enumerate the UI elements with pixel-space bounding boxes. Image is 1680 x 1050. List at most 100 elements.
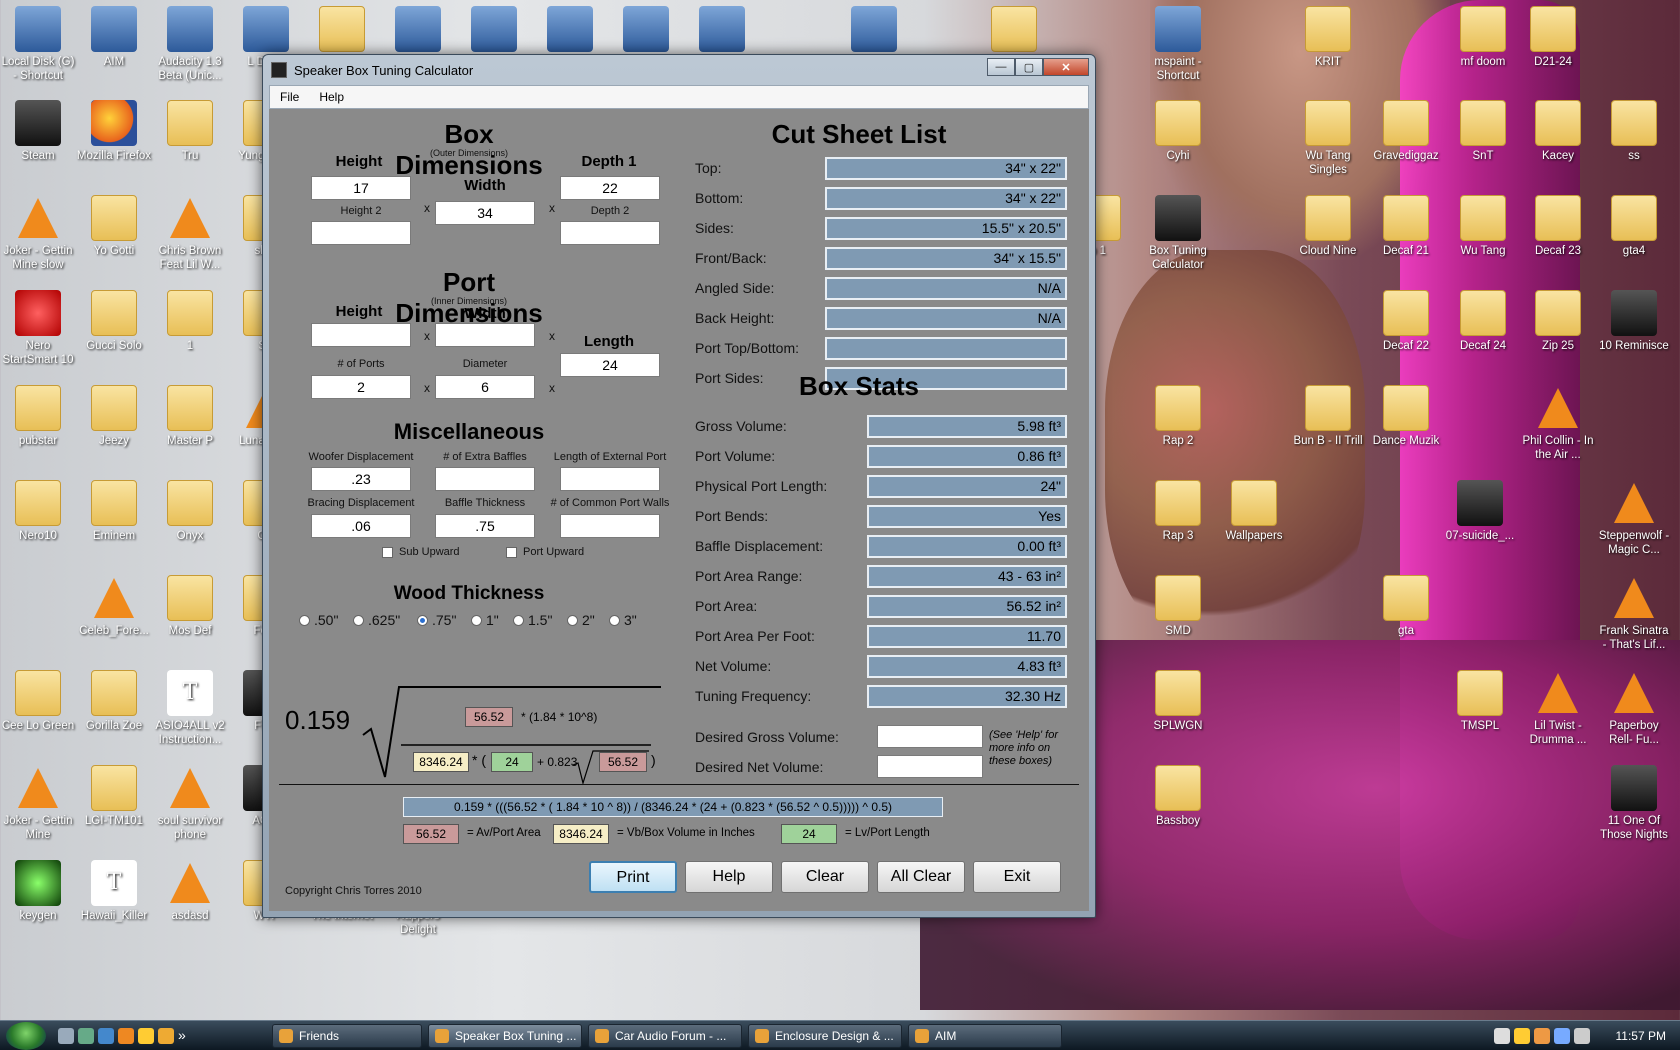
wood-thickness-radio[interactable]: 3" <box>609 612 637 628</box>
taskbar-button[interactable]: AIM <box>908 1024 1062 1048</box>
desktop-icon[interactable]: Gucci Solo <box>76 290 152 353</box>
taskbar-button[interactable]: Speaker Box Tuning ... <box>428 1024 582 1048</box>
radio-dot[interactable] <box>471 614 482 626</box>
wood-thickness-radio[interactable]: .50" <box>299 612 338 628</box>
desktop-icon[interactable]: Mos Def <box>152 575 228 638</box>
radio-dot[interactable] <box>299 614 310 626</box>
title-bar[interactable]: Speaker Box Tuning Calculator <box>263 55 1095 85</box>
desktop-icon[interactable]: Rap 2 <box>1140 385 1216 448</box>
desktop-icon[interactable]: Frank Sinatra - That's Lif... <box>1596 575 1672 652</box>
bracing-displacement-input[interactable]: .06 <box>311 514 411 538</box>
wood-thickness-radio[interactable]: .625" <box>353 612 400 628</box>
help-button[interactable]: Help <box>685 861 773 893</box>
desktop-icon[interactable]: Jeezy <box>76 385 152 448</box>
desktop-icon[interactable]: T Hawaii_Killer <box>76 860 152 923</box>
port-upward-checkbox[interactable]: Port Upward <box>506 546 584 558</box>
desktop-icon[interactable]: Onyx <box>152 480 228 543</box>
wood-thickness-radio[interactable]: 1" <box>471 612 499 628</box>
desktop-icon[interactable]: Zip 25 <box>1520 290 1596 353</box>
port-width-input[interactable] <box>435 323 535 347</box>
desktop-icon[interactable] <box>608 6 684 55</box>
tray-arrow-icon[interactable] <box>1494 1028 1510 1044</box>
desktop-icon[interactable]: Phil Collin - In the Air ... <box>1520 385 1596 462</box>
wood-thickness-radio[interactable]: .75" <box>417 612 456 628</box>
desktop-icon[interactable]: Dance Muzik <box>1368 385 1444 448</box>
desktop-icon[interactable]: Local Disk (G) - Shortcut <box>0 6 76 83</box>
box-height2-input[interactable] <box>311 221 411 245</box>
desktop-icon[interactable]: Decaf 24 <box>1445 290 1521 353</box>
desktop-icon[interactable]: 11 One Of Those Nights <box>1596 765 1672 842</box>
desktop-icon[interactable]: TMSPL <box>1442 670 1518 733</box>
desktop-icon[interactable]: Decaf 21 <box>1368 195 1444 258</box>
woofer-displacement-input[interactable]: .23 <box>311 467 411 491</box>
exit-button[interactable]: Exit <box>973 861 1061 893</box>
desktop-icon[interactable]: Celeb_Fore... <box>76 575 152 638</box>
desktop-icon[interactable]: Tru <box>152 100 228 163</box>
start-button[interactable] <box>6 1022 46 1050</box>
window-switch-icon[interactable] <box>78 1028 94 1044</box>
wood-thickness-radio[interactable]: 2" <box>567 612 595 628</box>
desktop-icon[interactable]: mf doom <box>1445 6 1521 69</box>
external-port-input[interactable] <box>560 467 660 491</box>
desktop-icon[interactable]: Gravediggaz <box>1368 100 1444 163</box>
desktop-icon[interactable]: AIM <box>76 6 152 69</box>
desktop-icon[interactable]: LGI-TM101 <box>76 765 152 828</box>
desktop-icon[interactable]: Mozilla Firefox <box>76 100 152 163</box>
desktop-icon[interactable]: 10 Reminisce <box>1596 290 1672 353</box>
speaker-box-window[interactable]: Speaker Box Tuning Calculator — ▢ ✕ File… <box>262 54 1096 918</box>
desktop-icon[interactable]: 07-suicide_... <box>1442 480 1518 543</box>
desktop-icon[interactable]: Audacity 1.3 Beta (Unic... <box>152 6 228 83</box>
desired-net-input[interactable] <box>877 755 983 778</box>
menu-help[interactable]: Help <box>309 90 354 104</box>
desktop-icon[interactable]: Cloud Nine <box>1290 195 1366 258</box>
ie-icon[interactable] <box>98 1028 114 1044</box>
aim-icon[interactable] <box>138 1028 154 1044</box>
desktop-icon[interactable]: pubstar <box>0 385 76 448</box>
clear-button[interactable]: Clear <box>781 861 869 893</box>
tray-app-icon[interactable] <box>1534 1028 1550 1044</box>
desktop-icon[interactable]: Kacey <box>1520 100 1596 163</box>
box-width-input[interactable]: 34 <box>435 201 535 225</box>
desktop-icon[interactable]: Nero10 <box>0 480 76 543</box>
firefox-icon[interactable] <box>118 1028 134 1044</box>
desktop-icon[interactable]: ss <box>1596 100 1672 163</box>
sub-upward-checkbox[interactable]: Sub Upward <box>382 546 460 558</box>
desktop-icon[interactable] <box>532 6 608 55</box>
all-clear-button[interactable]: All Clear <box>877 861 965 893</box>
desktop-icon[interactable]: Lil Twist - Drumma ... <box>1520 670 1596 747</box>
desktop-icon[interactable]: KRIT <box>1290 6 1366 69</box>
desktop-icon[interactable]: Wu Tang Singles <box>1290 100 1366 177</box>
desktop-icon[interactable]: Joker - Gettin Mine slow <box>0 195 76 272</box>
desktop-icon[interactable]: Wu Tang <box>1445 195 1521 258</box>
desktop-icon[interactable]: SMD <box>1140 575 1216 638</box>
desktop-icon[interactable] <box>976 6 1052 55</box>
volume-icon[interactable] <box>1574 1028 1590 1044</box>
tray-aim-icon[interactable] <box>1514 1028 1530 1044</box>
desktop-icon[interactable]: Eminem <box>76 480 152 543</box>
port-height-input[interactable] <box>311 323 411 347</box>
desktop-icon[interactable]: Bassboy <box>1140 765 1216 828</box>
taskbar-button[interactable]: Car Audio Forum - ... <box>588 1024 742 1048</box>
desktop-icon[interactable]: gta <box>1368 575 1444 638</box>
desktop-icon[interactable]: Decaf 23 <box>1520 195 1596 258</box>
close-button[interactable]: ✕ <box>1043 58 1089 76</box>
diameter-input[interactable]: 6 <box>435 375 535 399</box>
network-icon[interactable] <box>1554 1028 1570 1044</box>
desktop-icon[interactable] <box>304 6 380 55</box>
desktop-icon[interactable]: keygen <box>0 860 76 923</box>
desktop-icon[interactable]: Yo Gotti <box>76 195 152 258</box>
desktop-icon[interactable]: Nero StartSmart 10 <box>0 290 76 367</box>
checkbox-box[interactable] <box>382 546 393 558</box>
box-height-input[interactable]: 17 <box>311 176 411 200</box>
baffle-thickness-input[interactable]: .75 <box>435 514 535 538</box>
maximize-button[interactable]: ▢ <box>1015 58 1043 76</box>
desktop-icon[interactable]: T ASIO4ALL v2 Instruction... <box>152 670 228 747</box>
print-button[interactable]: Print <box>589 861 677 893</box>
desktop-icon[interactable]: Gorilla Zoe <box>76 670 152 733</box>
desktop-icon[interactable] <box>684 6 760 55</box>
desktop-icon[interactable]: Rap 3 <box>1140 480 1216 543</box>
desktop-icon[interactable]: gta4 <box>1596 195 1672 258</box>
desktop-icon[interactable]: 1 <box>152 290 228 353</box>
desktop-icon[interactable]: Decaf 22 <box>1368 290 1444 353</box>
desktop-icon[interactable]: Chris Brown Feat Lil W... <box>152 195 228 272</box>
